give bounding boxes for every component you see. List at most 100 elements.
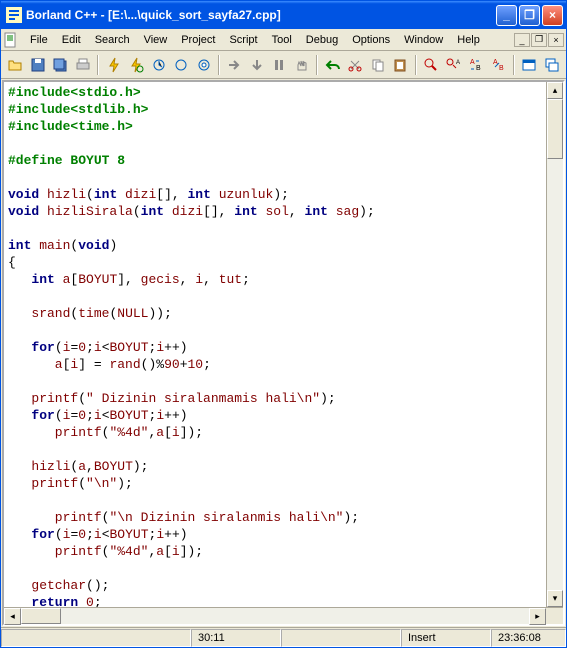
printer-icon	[75, 57, 91, 73]
project-button[interactable]	[519, 54, 540, 76]
menu-window[interactable]: Window	[397, 32, 450, 48]
lightning-icon	[106, 57, 122, 73]
breakpoint-toggle-button[interactable]	[148, 54, 169, 76]
folder-open-icon	[7, 57, 23, 73]
find-button[interactable]	[421, 54, 442, 76]
toolbar: A AB AB	[1, 51, 566, 79]
document-icon	[3, 32, 19, 48]
menu-script[interactable]: Script	[222, 32, 264, 48]
save-all-button[interactable]	[50, 54, 71, 76]
copy-icon	[370, 57, 386, 73]
menu-file[interactable]: File	[23, 32, 55, 48]
toolbar-separator	[97, 55, 99, 75]
menu-view[interactable]: View	[137, 32, 175, 48]
stop-button[interactable]	[269, 54, 290, 76]
watch-button[interactable]	[194, 54, 215, 76]
open-button[interactable]	[5, 54, 26, 76]
menu-edit[interactable]: Edit	[55, 32, 88, 48]
menu-search[interactable]: Search	[88, 32, 137, 48]
maximize-button[interactable]: ❐	[519, 5, 540, 26]
horizontal-scrollbar[interactable]: ◂ ▸	[4, 607, 563, 624]
menu-debug[interactable]: Debug	[299, 32, 345, 48]
toolbar-separator	[218, 55, 220, 75]
scroll-thumb[interactable]	[547, 99, 563, 159]
search-icon	[423, 57, 439, 73]
status-time: 23:36:08	[491, 629, 566, 647]
svg-text:A: A	[470, 59, 475, 66]
hand-stop-icon	[294, 57, 310, 73]
replace-button[interactable]: AB	[466, 54, 487, 76]
svg-text:B: B	[476, 65, 481, 72]
replace-next-icon: AB	[491, 57, 507, 73]
scissors-icon	[347, 57, 363, 73]
floppy-stack-icon	[52, 57, 68, 73]
replace-next-button[interactable]: AB	[488, 54, 509, 76]
status-mode: Insert	[401, 629, 491, 647]
menu-options[interactable]: Options	[345, 32, 397, 48]
add-watch-button[interactable]	[171, 54, 192, 76]
scroll-up-button[interactable]: ▴	[547, 82, 563, 99]
paste-button[interactable]	[390, 54, 411, 76]
arrow-down-icon	[249, 57, 265, 73]
menu-project[interactable]: Project	[174, 32, 222, 48]
hscroll-thumb[interactable]	[21, 608, 61, 624]
svg-text:A: A	[456, 60, 460, 66]
replace-icon: AB	[468, 57, 484, 73]
cut-button[interactable]	[345, 54, 366, 76]
editor-panel: #include<stdio.h> #include<stdlib.h> #in…	[2, 80, 565, 626]
scroll-left-button[interactable]: ◂	[4, 608, 21, 625]
scroll-right-button[interactable]: ▸	[529, 608, 546, 625]
menu-help[interactable]: Help	[450, 32, 487, 48]
menubar: File Edit Search View Project Script Too…	[1, 29, 566, 51]
step-into-button[interactable]	[247, 54, 268, 76]
lightning-loop-icon	[128, 57, 144, 73]
status-mod	[281, 629, 401, 647]
floppy-icon	[30, 57, 46, 73]
window-title: Borland C++ - [E:\...\quick_sort_sayfa27…	[26, 8, 496, 22]
pause-icon	[271, 57, 287, 73]
arrow-icon	[226, 57, 242, 73]
toolbar-separator	[513, 55, 515, 75]
titlebar[interactable]: Borland C++ - [E:\...\quick_sort_sayfa27…	[1, 1, 566, 29]
scroll-track[interactable]	[547, 99, 563, 590]
hscroll-track[interactable]	[21, 608, 529, 624]
message-button[interactable]	[541, 54, 562, 76]
watch2-icon	[196, 57, 212, 73]
window-buttons: _ ❐ ×	[496, 5, 563, 26]
find-next-button[interactable]: A	[443, 54, 464, 76]
run-button[interactable]	[103, 54, 124, 76]
menu-tool[interactable]: Tool	[265, 32, 299, 48]
statusbar: 30:11 Insert 23:36:08	[1, 627, 566, 647]
toolbar-separator	[415, 55, 417, 75]
status-position: 30:11	[191, 629, 281, 647]
status-message	[1, 629, 191, 647]
undo-button[interactable]	[322, 54, 343, 76]
scroll-down-button[interactable]: ▾	[547, 590, 563, 607]
copy-button[interactable]	[367, 54, 388, 76]
app-icon	[6, 7, 22, 23]
mdi-min-button[interactable]: _	[514, 33, 530, 47]
svg-text:B: B	[499, 65, 504, 72]
windows-icon	[544, 57, 560, 73]
search-next-icon: A	[445, 57, 461, 73]
step-over-button[interactable]	[224, 54, 245, 76]
mdi-close-button[interactable]: ×	[548, 33, 564, 47]
app-window: Borland C++ - [E:\...\quick_sort_sayfa27…	[0, 0, 567, 648]
window-icon	[521, 57, 537, 73]
minimize-button[interactable]: _	[496, 5, 517, 26]
paste-icon	[392, 57, 408, 73]
watch-icon	[173, 57, 189, 73]
save-button[interactable]	[28, 54, 49, 76]
scroll-corner	[546, 608, 563, 624]
hand-icon	[151, 57, 167, 73]
vertical-scrollbar[interactable]: ▴ ▾	[546, 82, 563, 607]
undo-icon	[325, 57, 341, 73]
code-editor[interactable]: #include<stdio.h> #include<stdlib.h> #in…	[4, 82, 546, 607]
mdi-buttons: _ ❐ ×	[514, 33, 564, 47]
toolbar-separator	[316, 55, 318, 75]
close-button[interactable]: ×	[542, 5, 563, 26]
mdi-restore-button[interactable]: ❐	[531, 33, 547, 47]
rerun-button[interactable]	[126, 54, 147, 76]
print-button[interactable]	[73, 54, 94, 76]
pause-button[interactable]	[292, 54, 313, 76]
